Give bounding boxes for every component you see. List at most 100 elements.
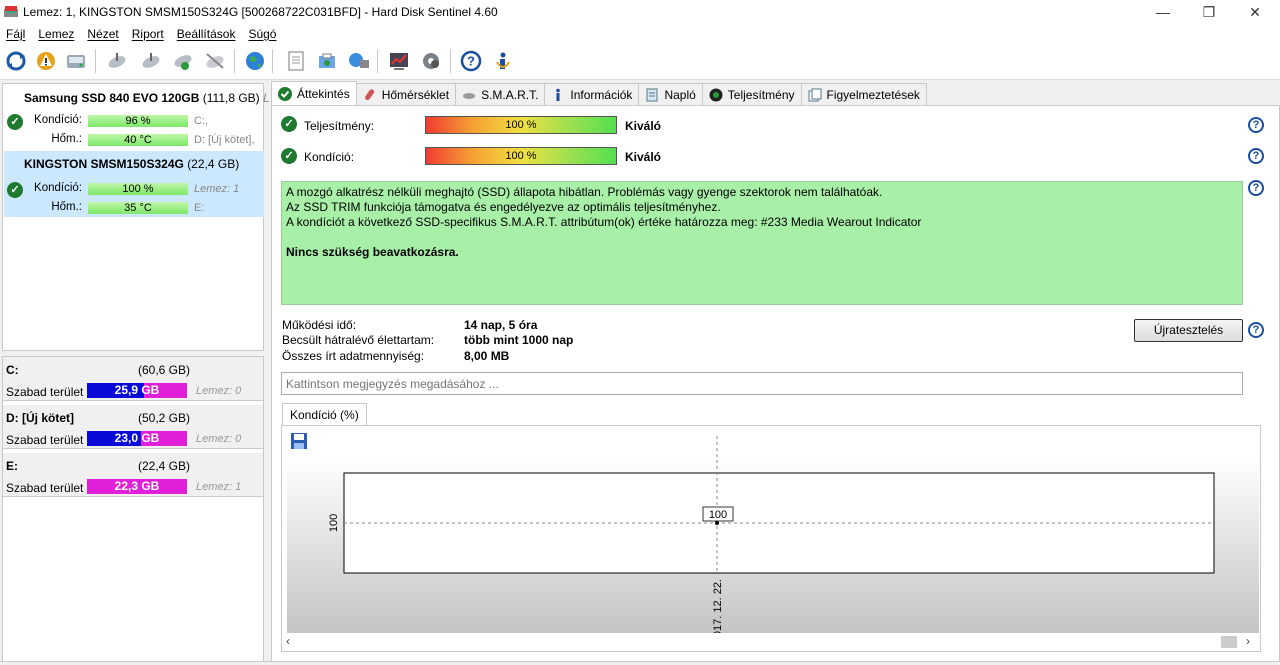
app-icon xyxy=(4,6,18,17)
message-line: A kondíciót a következő SSD-specifikus S… xyxy=(286,215,922,229)
free-space-bar: 25,9 GB xyxy=(87,383,187,398)
backup-icon[interactable] xyxy=(314,48,340,74)
note-input[interactable] xyxy=(281,372,1243,395)
volume-disk-note: Lemez: 1 xyxy=(196,481,242,493)
right-panel: Áttekintés Hőmérséklet S.M.A.R.T. Inform… xyxy=(269,81,1280,665)
tab-bar: Áttekintés Hőmérséklet S.M.A.R.T. Inform… xyxy=(271,81,927,105)
thermometer-icon xyxy=(363,88,377,102)
settings-gear-icon[interactable] xyxy=(418,48,444,74)
health-bar: 100 % xyxy=(88,183,188,195)
status-bar xyxy=(0,661,1280,665)
satellite-ok-icon[interactable] xyxy=(170,48,196,74)
scroll-thumb[interactable] xyxy=(1221,636,1237,648)
volume-item[interactable]: D: [Új kötet] (50,2 GB) Szabad terület 2… xyxy=(3,405,263,449)
disk-name: KINGSTON SMSM150S324G (22,4 GB) xyxy=(24,157,239,171)
menu-disk[interactable]: Lemez xyxy=(38,27,74,41)
disk-item[interactable]: Samsung SSD 840 EVO 120GB (111,8 GB) Le … xyxy=(4,85,276,151)
temp-bar: 35 °C xyxy=(88,202,188,214)
scroll-left-icon[interactable]: ‹ xyxy=(286,634,290,648)
volume-item[interactable]: C: (60,6 GB) Szabad terület 25,9 GB Leme… xyxy=(3,357,263,401)
tab-overview[interactable]: Áttekintés xyxy=(271,81,357,105)
free-space-label: Szabad terület xyxy=(6,385,84,399)
temp-bar: 40 °C xyxy=(88,134,188,146)
toolbar-separator xyxy=(377,49,378,73)
volume-name: C: xyxy=(6,363,19,377)
overview-content: ✓ Teljesítmény: 100 % Kiváló ? ✓ Kondíci… xyxy=(271,105,1280,662)
refresh-icon[interactable] xyxy=(3,48,29,74)
disk-name-text: KINGSTON SMSM150S324G xyxy=(24,157,184,171)
report-chart-icon[interactable] xyxy=(386,48,412,74)
free-space-value: 23,0 GB xyxy=(114,431,160,445)
restore-button[interactable]: ❐ xyxy=(1186,0,1232,24)
status-message: A mozgó alkatrész nélküli meghajtó (SSD)… xyxy=(281,181,1243,305)
y-tick-label: 100 xyxy=(328,514,340,532)
document-icon[interactable] xyxy=(283,48,309,74)
info-icon[interactable] xyxy=(490,48,516,74)
free-space-value: 22,3 GB xyxy=(114,479,160,493)
volume-item[interactable]: E: (22,4 GB) Szabad terület 22,3 GB Leme… xyxy=(3,453,263,497)
toolbar-separator xyxy=(272,49,273,73)
disk-number-note: Lemez: 1 xyxy=(194,183,240,195)
help-icon[interactable]: ? xyxy=(1248,148,1264,164)
disk-name-text: Samsung SSD 840 EVO 120GB xyxy=(24,91,200,105)
disk-item-selected[interactable]: KINGSTON SMSM150S324G (22,4 GB) ✓ Kondíc… xyxy=(4,151,264,217)
disk-capacity: (22,4 GB) xyxy=(187,157,240,171)
temp-label: Hőm.: xyxy=(51,201,82,213)
tab-smart[interactable]: S.M.A.R.T. xyxy=(455,83,546,105)
toolbar: ? xyxy=(0,43,1280,80)
message-line: Az SSD TRIM funkciója támogatva és enged… xyxy=(286,200,721,214)
menu-view[interactable]: Nézet xyxy=(87,27,118,41)
disk-name: Samsung SSD 840 EVO 120GB (111,8 GB) Le xyxy=(24,91,276,105)
menu-settings[interactable]: Beállítások xyxy=(177,27,236,41)
window-title: Lemez: 1, KINGSTON SMSM150S324G [5002687… xyxy=(23,5,498,19)
help-icon[interactable]: ? xyxy=(1248,117,1264,133)
tab-performance[interactable]: Teljesítmény xyxy=(701,83,802,105)
check-icon xyxy=(278,86,292,101)
minimize-button[interactable]: — xyxy=(1140,0,1186,24)
help-icon[interactable]: ? xyxy=(1248,180,1264,196)
alert-icon[interactable] xyxy=(33,48,59,74)
free-space-bar: 23,0 GB xyxy=(87,431,187,446)
tab-temperature[interactable]: Hőmérséklet xyxy=(355,83,457,105)
menu-report[interactable]: Riport xyxy=(132,27,164,41)
performance-bar: 100 % xyxy=(425,116,617,134)
smart-icon xyxy=(462,88,476,102)
volume-name: E: xyxy=(6,459,18,473)
disk-capacity: (111,8 GB) xyxy=(202,91,260,105)
toolbar-separator xyxy=(450,49,451,73)
satellite-off-icon[interactable] xyxy=(202,48,228,74)
tab-alerts[interactable]: Figyelmeztetések xyxy=(800,83,927,105)
menu-help[interactable]: Súgó xyxy=(248,27,276,41)
volume-disk-note: Lemez: 0 xyxy=(196,385,242,397)
written-value: 8,00 MB xyxy=(464,349,510,363)
message-line: A mozgó alkatrész nélküli meghajtó (SSD)… xyxy=(286,185,883,199)
chart-svg: 100 1002017. 12. 22. xyxy=(328,436,1215,643)
close-button[interactable]: ✕ xyxy=(1232,0,1278,24)
log-icon xyxy=(645,88,659,102)
free-space-value: 25,9 GB xyxy=(114,383,160,397)
satellite-icon-2[interactable] xyxy=(138,48,164,74)
health-chart: 100 100 2017. 12. 22. ‹ › xyxy=(281,425,1261,652)
health-bar: 100 % xyxy=(425,147,617,165)
title-bar: Lemez: 1, KINGSTON SMSM150S324G [5002687… xyxy=(0,0,1280,24)
help-icon[interactable]: ? xyxy=(1248,322,1264,338)
power-on-value: 14 nap, 5 óra xyxy=(464,318,538,332)
scroll-right-icon[interactable]: › xyxy=(1246,634,1250,648)
tab-label: Figyelmeztetések xyxy=(826,87,920,102)
menu-file[interactable]: Fájl xyxy=(6,27,25,41)
chart-tab-health[interactable]: Kondíció (%) xyxy=(282,403,367,425)
globe-icon[interactable] xyxy=(242,48,268,74)
satellite-icon[interactable] xyxy=(104,48,130,74)
tab-log[interactable]: Napló xyxy=(638,83,703,105)
health-label: Kondíció: xyxy=(304,150,355,164)
network-icon[interactable] xyxy=(346,48,372,74)
disk-report-icon[interactable] xyxy=(63,48,89,74)
help-icon[interactable]: ? xyxy=(458,48,484,74)
horizontal-scrollbar[interactable]: ‹ › xyxy=(282,633,1260,651)
tab-information[interactable]: Információk xyxy=(544,83,640,105)
volume-note: E: xyxy=(194,202,205,214)
status-ok-icon: ✓ xyxy=(7,182,23,198)
retest-button[interactable]: Újratesztelés xyxy=(1134,319,1243,342)
free-space-bar: 22,3 GB xyxy=(87,479,187,494)
free-space-label: Szabad terület xyxy=(6,433,84,447)
